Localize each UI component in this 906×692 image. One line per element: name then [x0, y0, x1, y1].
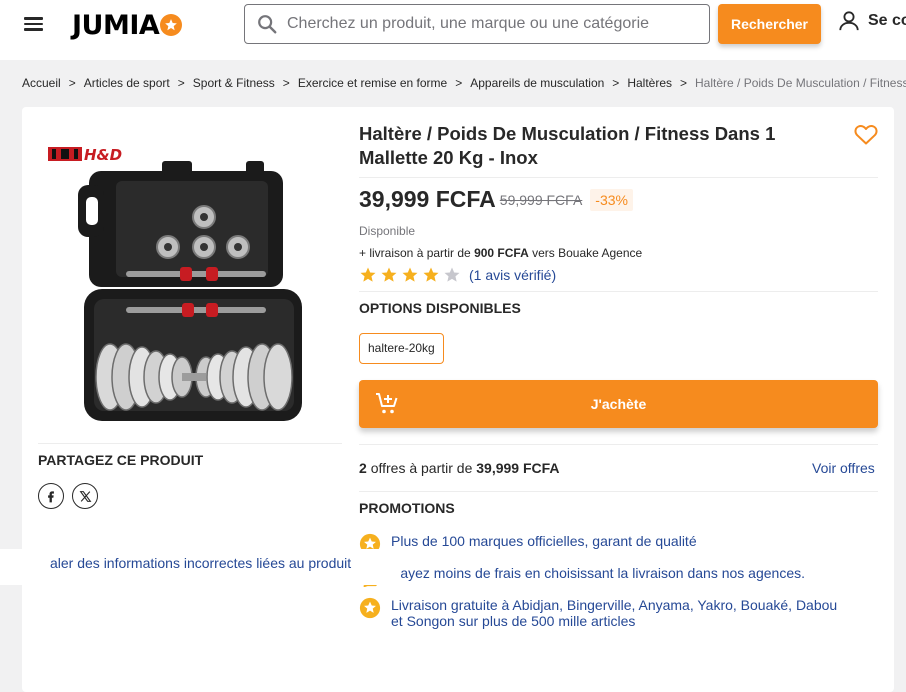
see-offers-link[interactable]: Voir offres — [812, 460, 875, 476]
product-rating: (1 avis vérifié) — [359, 266, 556, 284]
buy-button-label: J'achète — [590, 396, 647, 412]
search-button[interactable]: Rechercher — [718, 4, 821, 44]
report-incorrect-info-link[interactable]: aler des informations incorrectes liées … — [50, 555, 351, 571]
promotion-item: Plus de 100 marques officielles, garant … — [359, 533, 851, 555]
offers-summary: 2 offres à partir de 39,999 FCFA — [359, 460, 560, 476]
delivery-prefix: + livraison à partir de — [359, 246, 471, 260]
divider — [359, 491, 878, 492]
promotions-title: PROMOTIONS — [359, 500, 455, 516]
breadcrumb-item[interactable]: Appareils de musculation — [470, 76, 604, 90]
dumbbell-case-illustration — [78, 161, 302, 421]
divider — [359, 291, 878, 292]
star-badge-icon — [359, 597, 381, 619]
account-label: Se co — [868, 12, 906, 29]
promotion-text[interactable]: Payez moins de frais en choisissant la l… — [391, 565, 851, 581]
site-header: JUMIA Rechercher Se co — [0, 0, 906, 60]
logo-text: JUMIA — [72, 9, 160, 41]
divider — [359, 177, 878, 178]
share-title: PARTAGEZ CE PRODUIT — [38, 452, 204, 468]
star-filled-icon — [381, 267, 397, 282]
price-row: 39,999 FCFA 59,999 FCFA -33% — [359, 186, 633, 213]
star-filled-icon — [360, 267, 376, 282]
promotion-text[interactable]: Livraison gratuite à Abidjan, Bingervill… — [391, 597, 851, 629]
facebook-share-button[interactable] — [38, 483, 64, 509]
buy-button[interactable]: J'achète — [359, 380, 878, 428]
star-empty-icon — [444, 267, 460, 282]
breadcrumb-separator: > — [68, 76, 76, 90]
breadcrumb-current: Haltère / Poids De Musculation / Fitness — [695, 76, 906, 90]
jumia-logo[interactable]: JUMIA — [72, 9, 183, 41]
search-input[interactable] — [287, 15, 697, 33]
options-title: OPTIONS DISPONIBLES — [359, 300, 521, 316]
breadcrumb: Accueil > Articles de sport > Sport & Fi… — [22, 76, 906, 90]
x-share-button[interactable] — [72, 483, 98, 509]
product-image[interactable]: H&D — [46, 139, 314, 425]
hamburger-menu-icon[interactable] — [24, 14, 44, 34]
product-title: Haltère / Poids De Musculation / Fitness… — [359, 123, 776, 168]
breadcrumb-item[interactable]: Accueil — [22, 76, 61, 90]
divider — [38, 443, 342, 444]
breadcrumb-item[interactable]: Sport & Fitness — [193, 76, 275, 90]
offers-price: 39,999 FCFA — [476, 460, 560, 476]
product-card: H&D PARTAGEZ CE PRODUIT Haltère / Poids … — [22, 107, 894, 692]
divider — [359, 444, 878, 445]
offers-count: 2 — [359, 460, 367, 476]
current-price: 39,999 FCFA — [359, 186, 496, 212]
delivery-info: + livraison à partir de 900 FCFA vers Bo… — [359, 246, 642, 260]
star-filled-icon — [402, 267, 418, 282]
breadcrumb-item[interactable]: Articles de sport — [84, 76, 170, 90]
breadcrumb-item[interactable]: Haltères — [627, 76, 672, 90]
reviews-link[interactable]: (1 avis vérifié) — [469, 267, 556, 283]
offers-text: offres à partir de — [370, 460, 473, 476]
breadcrumb-separator: > — [612, 76, 620, 90]
heart-icon[interactable] — [854, 123, 878, 145]
stock-status: Disponible — [359, 224, 416, 238]
promotion-text[interactable]: Plus de 100 marques officielles, garant … — [391, 533, 851, 549]
breadcrumb-separator: > — [282, 76, 290, 90]
search-icon — [258, 15, 277, 34]
breadcrumb-separator: > — [177, 76, 185, 90]
facebook-icon — [48, 491, 54, 503]
old-price: 59,999 FCFA — [499, 191, 583, 208]
discount-badge: -33% — [590, 188, 633, 211]
breadcrumb-separator: > — [680, 76, 688, 90]
breadcrumb-separator: > — [455, 76, 463, 90]
delivery-amount: 900 FCFA — [474, 246, 529, 260]
variant-option[interactable]: haltere-20kg — [359, 333, 444, 364]
logo-star-icon — [160, 14, 183, 36]
user-icon — [839, 11, 859, 31]
delivery-suffix: vers Bouake Agence — [532, 246, 643, 260]
add-to-cart-icon — [376, 393, 398, 414]
star-filled-icon — [423, 267, 439, 282]
breadcrumb-item[interactable]: Exercice et remise en forme — [298, 76, 447, 90]
promotion-item: Livraison gratuite à Abidjan, Bingervill… — [359, 597, 851, 629]
promotion-item: $ Payez moins de frais en choisissant la… — [359, 565, 851, 587]
search-box — [244, 4, 710, 44]
account-menu[interactable]: Se co — [838, 10, 906, 32]
x-icon — [79, 490, 91, 502]
